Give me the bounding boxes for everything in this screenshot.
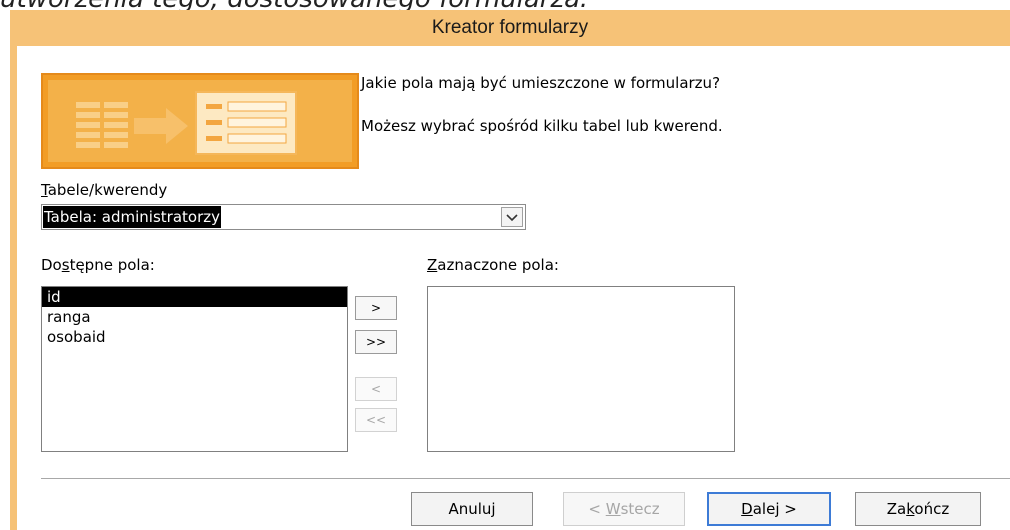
dialog-title: Kreator formularzy: [431, 17, 589, 38]
list-item[interactable]: osobaid: [42, 327, 347, 347]
add-all-fields-button[interactable]: >>: [355, 330, 397, 354]
cancel-button[interactable]: Anuluj: [411, 492, 533, 526]
remove-field-button[interactable]: <: [355, 377, 397, 401]
tables-queries-combobox[interactable]: Tabela: administratorzy: [41, 204, 526, 230]
dialog-client-area: Jakie pola mają być umieszczone w formul…: [17, 46, 1010, 530]
form-wizard-dialog: Kreator formularzy Jakie pola mają być u…: [10, 10, 1010, 530]
available-fields-list[interactable]: id ranga osobaid: [41, 286, 348, 452]
footer-divider: [41, 478, 1010, 479]
tables-queries-label: Tabele/kwerendy: [41, 181, 168, 199]
next-button[interactable]: Dalej >: [707, 492, 831, 526]
list-item[interactable]: ranga: [42, 307, 347, 327]
wizard-question: Jakie pola mają być umieszczone w formul…: [361, 74, 721, 92]
list-item[interactable]: id: [42, 287, 347, 307]
wizard-illustration: [41, 73, 359, 169]
dropdown-button[interactable]: [501, 207, 523, 227]
chevron-down-icon: [506, 214, 518, 222]
back-button[interactable]: < Wstecz: [563, 492, 685, 526]
wizard-hint: Możesz wybrać spośród kilku tabel lub kw…: [361, 117, 723, 135]
available-fields-label: Dostępne pola:: [41, 256, 155, 274]
selected-fields-label: Zaznaczone pola:: [427, 256, 559, 274]
combobox-selected-value: Tabela: administratorzy: [43, 206, 222, 228]
table-to-form-illustration: [76, 91, 297, 155]
add-field-button[interactable]: >: [355, 296, 397, 320]
selected-fields-list[interactable]: [427, 286, 735, 452]
remove-all-fields-button[interactable]: <<: [355, 408, 397, 432]
finish-button[interactable]: Zakończ: [855, 492, 981, 526]
